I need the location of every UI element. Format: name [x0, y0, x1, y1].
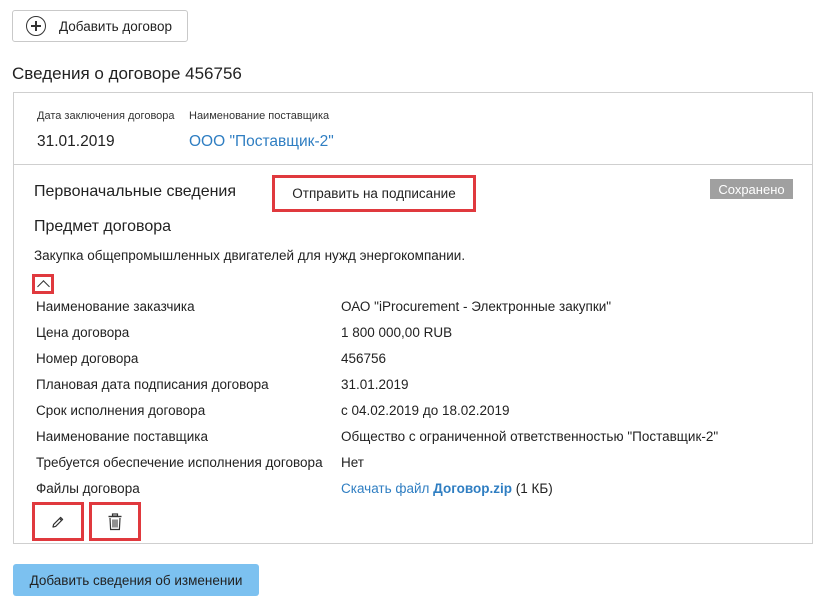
detail-row: Наименование заказчика ОАО "iProcurement… [36, 296, 796, 322]
detail-key: Цена договора [36, 325, 130, 340]
supplier-label: Наименование поставщика [189, 110, 330, 122]
download-file-link[interactable]: Скачать файл Договор.zip [341, 481, 512, 496]
download-link-prefix: Скачать файл [341, 481, 434, 496]
detail-value: ОАО "iProcurement - Электронные закупки" [341, 299, 612, 314]
contract-summary: Дата заключения договора Наименование по… [14, 93, 812, 165]
detail-row: Требуется обеспечение исполнения договор… [36, 452, 796, 478]
detail-row: Номер договора 456756 [36, 348, 796, 374]
detail-key: Плановая дата подписания договора [36, 377, 269, 392]
delete-button[interactable] [89, 502, 141, 541]
detail-value: 31.01.2019 [341, 377, 409, 392]
send-for-signing-button[interactable]: Отправить на подписание [272, 175, 476, 212]
detail-key: Наименование поставщика [36, 429, 208, 444]
edit-button[interactable] [32, 502, 84, 541]
detail-value: 456756 [341, 351, 387, 366]
detail-key: Срок исполнения договора [36, 403, 206, 418]
status-badge: Сохранено [710, 179, 793, 199]
detail-row: Плановая дата подписания договора 31.01.… [36, 374, 796, 400]
add-change-info-button[interactable]: Добавить сведения об изменении [13, 564, 259, 596]
detail-key: Требуется обеспечение исполнения договор… [36, 455, 323, 470]
detail-row: Наименование поставщика Общество с огран… [36, 426, 796, 452]
detail-value: Нет [341, 455, 364, 470]
files-row: Файлы договора Скачать файл Договор.zip … [36, 478, 796, 504]
plus-circle-icon [26, 16, 46, 36]
collapse-button[interactable] [32, 274, 54, 294]
file-size: (1 КБ) [512, 481, 553, 496]
detail-key: Наименование заказчика [36, 299, 195, 314]
add-contract-label: Добавить договор [59, 18, 172, 34]
detail-value: Общество с ограниченной ответственностью… [341, 429, 719, 444]
details-list: Наименование заказчика ОАО "iProcurement… [36, 296, 796, 504]
date-label: Дата заключения договора [37, 110, 175, 122]
pencil-icon [52, 516, 64, 528]
subject-title: Предмет договора [34, 218, 172, 235]
date-value: 31.01.2019 [37, 133, 115, 150]
detail-row: Срок исполнения договора с 04.02.2019 до… [36, 400, 796, 426]
page-title: Сведения о договоре 456756 [12, 64, 242, 83]
add-contract-button[interactable]: Добавить договор [12, 10, 188, 42]
detail-value: 1 800 000,00 RUB [341, 325, 453, 340]
subject-text: Закупка общепромышленных двигателей для … [34, 248, 466, 263]
chevron-up-icon [37, 280, 50, 293]
files-label: Файлы договора [36, 481, 140, 496]
file-name: Договор.zip [433, 481, 513, 496]
files-value: Скачать файл Договор.zip (1 КБ) [341, 481, 553, 496]
section-title: Первоначальные сведения [34, 183, 237, 200]
detail-key: Номер договора [36, 351, 139, 366]
trash-icon [108, 512, 122, 530]
detail-row: Цена договора 1 800 000,00 RUB [36, 322, 796, 348]
contract-card: Дата заключения договора Наименование по… [13, 92, 813, 544]
supplier-link[interactable]: ООО "Поставщик-2" [189, 133, 334, 151]
detail-value: с 04.02.2019 до 18.02.2019 [341, 403, 510, 418]
